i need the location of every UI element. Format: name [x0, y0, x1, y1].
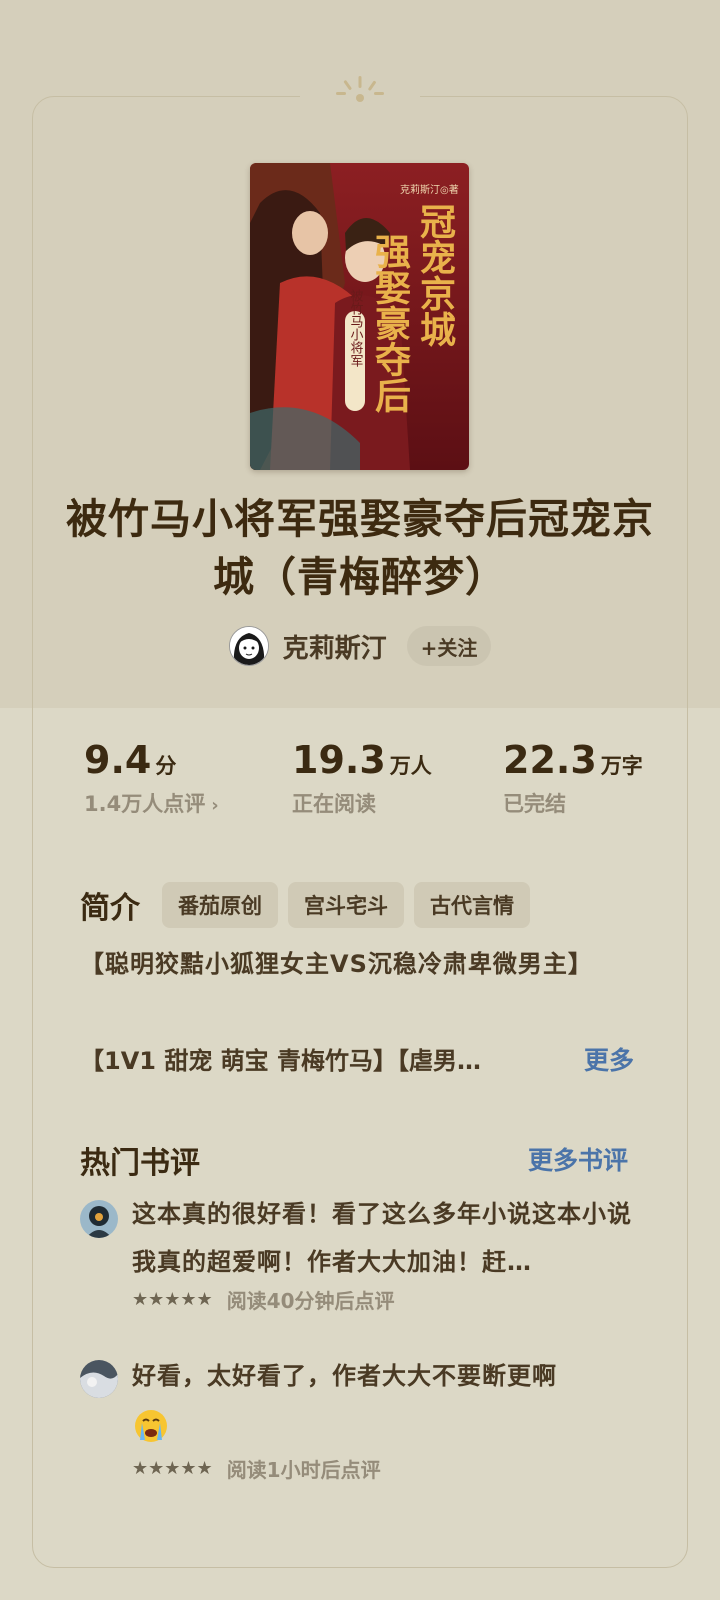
stat-words: 22.3 万字 已完结 — [503, 738, 643, 818]
intro-title: 简介 — [80, 891, 140, 926]
tag-palace[interactable]: 宫斗宅斗 — [288, 882, 404, 928]
cover-author-text: 克莉斯汀◎著 — [400, 183, 459, 196]
words-unit: 万字 — [600, 754, 643, 778]
readers-value: 19.3 — [292, 738, 386, 782]
readers-label: 正在阅读 — [292, 792, 376, 816]
rating-stars-icon: ★★★★★ — [132, 1289, 213, 1310]
review-time: 阅读40分钟后点评 — [226, 1289, 395, 1313]
words-value: 22.3 — [503, 738, 597, 782]
tag-ancient-romance[interactable]: 古代言情 — [414, 882, 530, 928]
reviewer-avatar[interactable] — [80, 1200, 118, 1238]
cover-title-b: 冠宠京城 — [414, 203, 456, 347]
score-unit: 分 — [155, 754, 177, 778]
intro-text-truncated: 【1V1 甜宠 萌宝 青梅竹马】【虐男… — [80, 1047, 482, 1075]
book-title: 被竹马小将军强娶豪夺后冠宠京城（青梅醉梦） — [66, 495, 654, 601]
stat-readers: 19.3 万人 正在阅读 — [292, 738, 432, 818]
review-meta: ★★★★★ 阅读40分钟后点评 — [132, 1285, 395, 1314]
readers-unit: 万人 — [389, 754, 432, 778]
author-name[interactable]: 克莉斯汀 — [283, 628, 387, 665]
tag-original[interactable]: 番茄原创 — [162, 882, 278, 928]
chevron-right-icon: › — [211, 795, 219, 816]
sparkle-ornament-icon — [336, 76, 384, 102]
book-cover[interactable]: 克莉斯汀◎著 被竹马小将军 强娶豪夺后 冠宠京城 — [250, 163, 469, 470]
rating-stars-icon: ★★★★★ — [132, 1458, 213, 1479]
intro-header: 简介 番茄原创 宫斗宅斗 古代言情 — [80, 882, 530, 928]
review-meta: ★★★★★ 阅读1小时后点评 — [132, 1454, 381, 1483]
author-avatar[interactable] — [228, 626, 269, 666]
cover-title-a: 强娶豪夺后 — [369, 233, 411, 414]
crying-face-icon — [132, 1406, 170, 1444]
review-text[interactable]: 好看，太好看了，作者大大不要断更啊 — [132, 1352, 652, 1448]
follow-button[interactable]: +关注 — [406, 626, 492, 666]
stat-score[interactable]: 9.4 分 1.4万人点评 › — [84, 738, 219, 818]
review-time: 阅读1小时后点评 — [226, 1458, 381, 1482]
author-row: 克莉斯汀 +关注 — [0, 622, 720, 670]
more-reviews-link[interactable]: 更多书评 — [528, 1141, 628, 1177]
review-text-body: 好看，太好看了，作者大大不要断更啊 — [132, 1362, 557, 1390]
review-text[interactable]: 这本真的很好看！看了这么多年小说这本小说我真的超爱啊！作者大大加油！赶… — [132, 1190, 652, 1286]
completion-status: 已完结 — [503, 792, 566, 816]
cover-subtitle-text: 被竹马小将军 — [348, 289, 364, 367]
intro-text: 【聪明狡黠小狐狸女主VS沉稳冷肃卑微男主】 — [80, 950, 593, 978]
intro-more-link[interactable]: 更多 — [584, 1037, 634, 1085]
score-reviews-count: 1.4万人点评 — [84, 792, 206, 816]
reviewer-avatar[interactable] — [80, 1360, 118, 1398]
score-value: 9.4 — [84, 738, 152, 782]
reviews-title: 热门书评 — [80, 1146, 200, 1181]
